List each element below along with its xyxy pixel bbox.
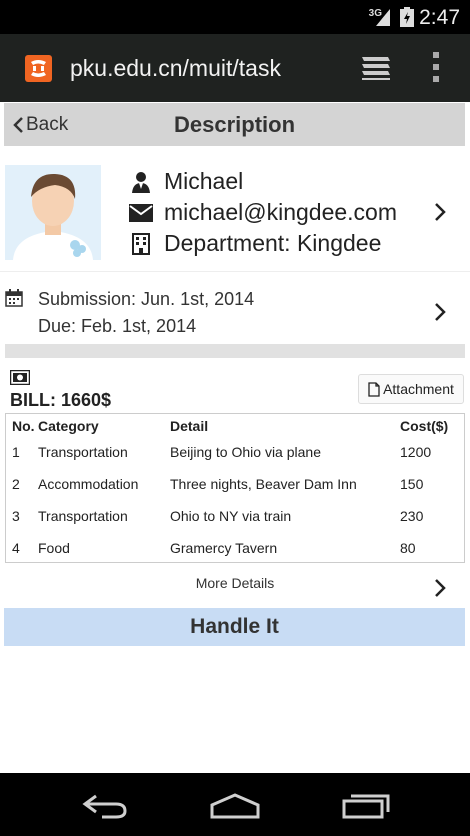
- back-nav-icon[interactable]: [82, 793, 128, 819]
- cell-cost: 230: [400, 508, 424, 524]
- user-department: Department: Kingdee: [164, 230, 382, 256]
- table-row[interactable]: 1 Transportation Beijing to Ohio via pla…: [6, 436, 464, 468]
- cell-category: Transportation: [38, 508, 128, 524]
- page-title: Description: [173, 112, 296, 137]
- system-nav-bar: [0, 773, 470, 836]
- more-details-label: More Details: [195, 575, 275, 591]
- clock: 2:47: [419, 6, 460, 29]
- cell-category: Food: [38, 540, 70, 556]
- chevron-right-icon: [435, 579, 446, 597]
- cell-category: Transportation: [38, 444, 128, 460]
- cell-no: 2: [12, 476, 20, 492]
- bill-total: BILL: 1660$: [10, 390, 112, 410]
- envelope-icon: [128, 201, 154, 225]
- tabs-icon[interactable]: [360, 53, 392, 81]
- browser-bar: pku.edu.cn/muit/task: [0, 34, 470, 102]
- cell-cost: 80: [400, 540, 416, 556]
- avatar: [5, 165, 101, 260]
- department-row: Department: Kingdee: [128, 228, 397, 259]
- section-divider: [5, 344, 465, 358]
- cell-no: 4: [12, 540, 20, 556]
- cell-detail: Beijing to Ohio via plane: [170, 444, 321, 460]
- cell-category: Accommodation: [38, 476, 139, 492]
- xampp-logo-icon: [25, 55, 52, 82]
- profile-card[interactable]: Michael michael@kingdee.com Department: …: [0, 160, 470, 272]
- user-name: Michael: [164, 168, 244, 194]
- name-row: Michael: [128, 166, 397, 197]
- title-bar: Back Description: [4, 103, 465, 146]
- email-row: michael@kingdee.com: [128, 197, 397, 228]
- due-date: Due: Feb. 1st, 2014: [38, 316, 197, 336]
- user-email: michael@kingdee.com: [164, 199, 398, 225]
- chevron-right-icon: [435, 203, 446, 221]
- table-header-row: No. Category Detail Cost($): [6, 414, 464, 436]
- chevron-right-icon: [435, 303, 446, 321]
- attachment-button[interactable]: Attachment: [358, 374, 464, 404]
- user-icon: [128, 170, 154, 194]
- cell-detail: Gramercy Tavern: [170, 540, 278, 556]
- cell-cost: 150: [400, 476, 424, 492]
- table-row[interactable]: 2 Accommodation Three nights, Beaver Dam…: [6, 468, 464, 500]
- cell-no: 3: [12, 508, 20, 524]
- cell-detail: Three nights, Beaver Dam Inn: [170, 476, 357, 492]
- dates-row[interactable]: Submission: Jun. 1st, 2014 Due: Feb. 1st…: [0, 280, 470, 344]
- address-url[interactable]: pku.edu.cn/muit/task: [70, 55, 281, 82]
- table-row[interactable]: 3 Transportation Ohio to NY via train 23…: [6, 500, 464, 532]
- status-bar: 3G 2:47: [0, 0, 470, 34]
- home-nav-icon[interactable]: [210, 793, 260, 819]
- submission-date: Submission: Jun. 1st, 2014: [38, 289, 255, 309]
- cell-detail: Ohio to NY via train: [170, 508, 292, 524]
- column-header: No.: [12, 418, 35, 434]
- cell-no: 1: [12, 444, 20, 460]
- battery-icon: [400, 7, 414, 27]
- building-icon: [128, 232, 154, 256]
- more-details-link[interactable]: More Details: [0, 575, 470, 591]
- recents-nav-icon[interactable]: [342, 793, 390, 819]
- calendar-icon: [5, 289, 23, 307]
- profile-info: Michael michael@kingdee.com Department: …: [128, 166, 397, 259]
- handle-it-button[interactable]: Handle It: [4, 608, 465, 646]
- file-icon: [368, 381, 380, 397]
- column-header: Cost($): [400, 418, 449, 434]
- signal-icon: [376, 9, 390, 26]
- column-header: Detail: [170, 418, 209, 434]
- attachment-label: Attachment: [383, 381, 454, 397]
- expense-table: No. Category Detail Cost($) 1 Transporta…: [5, 413, 465, 563]
- cell-cost: 1200: [400, 444, 432, 460]
- table-row[interactable]: 4 Food Gramercy Tavern 80: [6, 532, 464, 562]
- money-icon: [10, 370, 30, 385]
- column-header: Category: [38, 418, 99, 434]
- overflow-menu-icon[interactable]: [431, 52, 441, 82]
